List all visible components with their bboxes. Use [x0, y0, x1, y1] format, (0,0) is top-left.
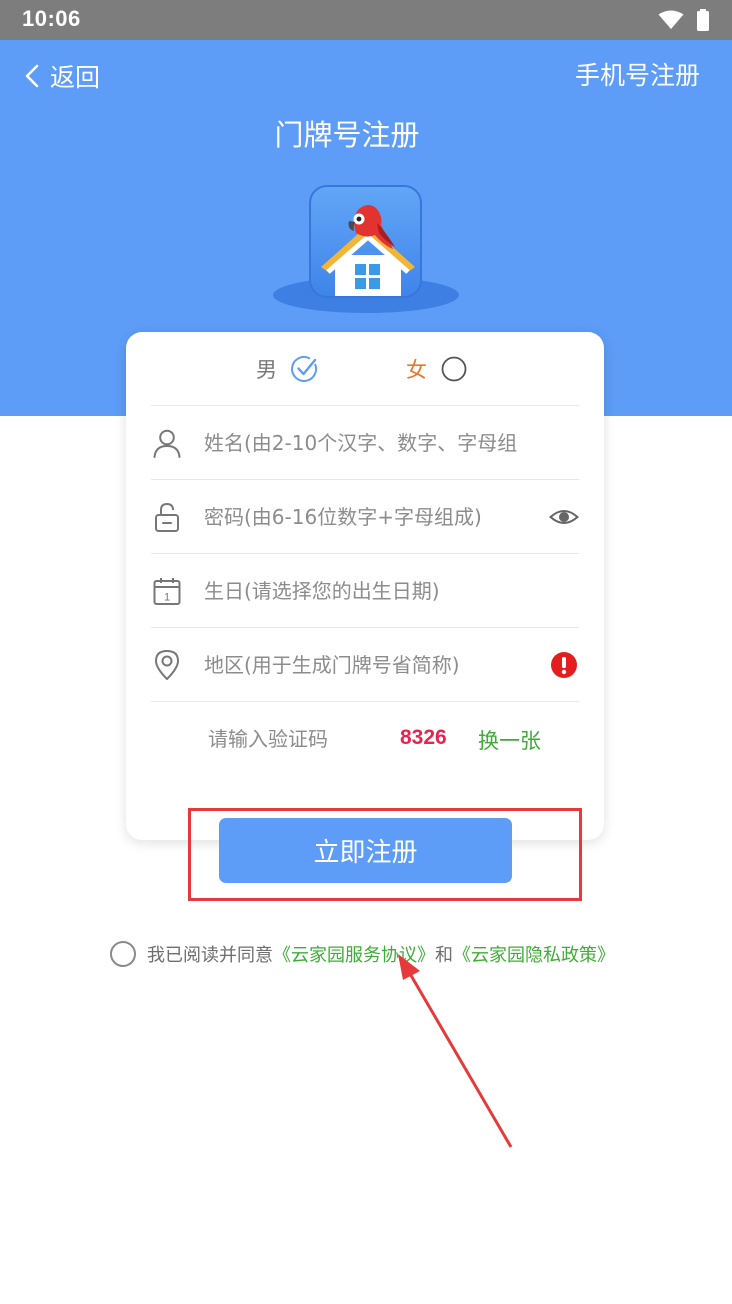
captcha-input[interactable]: [208, 722, 388, 756]
battery-icon: [697, 9, 709, 31]
divider: [151, 701, 579, 702]
eye-icon[interactable]: [549, 502, 579, 532]
privacy-policy-link[interactable]: 《云家园隐私政策》: [453, 941, 615, 967]
birthday-field-row[interactable]: 1: [151, 554, 579, 628]
region-input[interactable]: [204, 648, 524, 682]
gender-option-male[interactable]: 男: [256, 354, 319, 384]
app-logo: [309, 185, 422, 298]
captcha-refresh-link[interactable]: 换一张: [478, 725, 541, 755]
register-form-card: 男 女 姓名(由2-10个汉字、数字、字母组 1 生日(请选择您的出生日期) 地…: [126, 332, 604, 840]
register-button[interactable]: 立即注册: [219, 818, 512, 883]
house-parrot-logo-icon: [321, 205, 415, 296]
lock-icon: [155, 502, 179, 532]
status-icons: [658, 9, 710, 31]
agreement-conjunction: 和: [435, 945, 453, 966]
wifi-icon: [658, 10, 684, 29]
checked-circle-icon[interactable]: [291, 355, 319, 383]
status-bar: 10:06: [0, 0, 732, 40]
user-icon: [153, 429, 181, 458]
service-agreement-link[interactable]: 《云家园服务协议》: [273, 941, 435, 967]
captcha-code[interactable]: 8326: [400, 726, 447, 750]
birthday-input[interactable]: [204, 574, 524, 608]
page-title: 门牌号注册: [274, 118, 420, 152]
name-input[interactable]: [204, 426, 524, 460]
back-label: 返回: [50, 63, 101, 92]
svg-text:1: 1: [164, 592, 170, 604]
password-input[interactable]: [204, 500, 524, 534]
status-time: 10:06: [22, 6, 81, 31]
gender-option-female[interactable]: 女: [406, 354, 467, 384]
name-field-row: [151, 406, 579, 480]
location-pin-icon: [155, 650, 179, 680]
chevron-left-icon: [25, 64, 39, 88]
agreement-checkbox[interactable]: [110, 941, 136, 967]
gender-selector: 男 女: [126, 332, 604, 405]
password-field-row: [151, 480, 579, 554]
gender-female-label: 女: [406, 358, 427, 382]
gender-male-label: 男: [256, 358, 277, 382]
calendar-icon: 1: [153, 578, 181, 605]
agreement-prefix: 我已阅读并同意: [147, 945, 273, 966]
error-alert-icon: [551, 652, 577, 678]
phone-register-link[interactable]: 手机号注册: [575, 58, 700, 94]
agreement-row: 我已阅读并同意 《云家园服务协议》 和 《云家园隐私政策》: [110, 940, 615, 968]
back-button[interactable]: 返回: [24, 58, 100, 94]
region-field-row[interactable]: [151, 628, 579, 702]
unchecked-circle-icon[interactable]: [441, 356, 467, 382]
